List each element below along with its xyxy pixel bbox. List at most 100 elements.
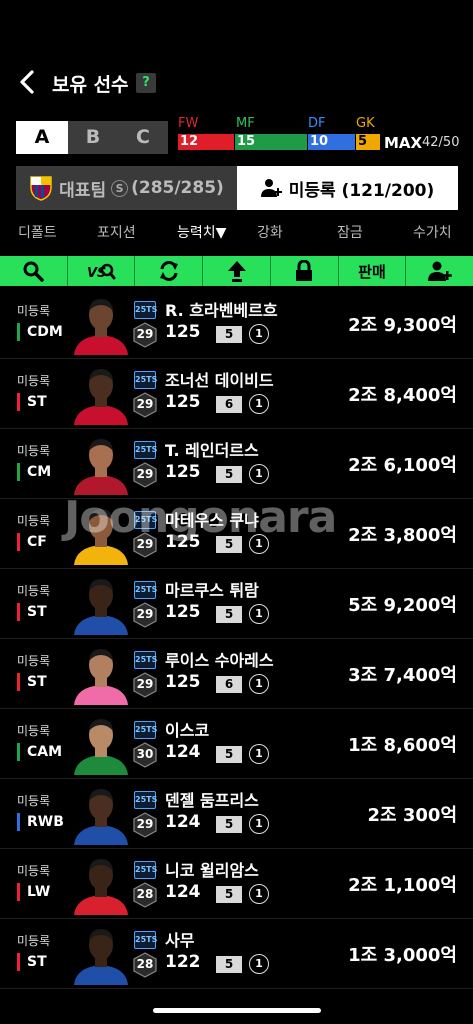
help-icon[interactable]: ? [136,73,156,93]
tab-national-team[interactable]: 대표팀 S (285/285) [16,166,237,210]
vs-compare-icon: VS [87,263,116,281]
pay-badge: 29 [133,392,157,418]
unregistered-label: 미등록 (121/200) [288,180,435,201]
level-badge: 5 [216,746,242,763]
gk-label: GK [356,116,375,131]
tab-b[interactable]: B [68,121,118,154]
pay-value: 29 [136,397,154,411]
level-badge: 5 [216,816,242,833]
player-row[interactable]: 미등록 CM 25TS 29 T. 레인더르스 125 5 1 2조 6,100억 [0,429,473,499]
enhance-badge: 1 [249,604,269,624]
pay-badge: 29 [133,322,157,348]
position-tag: ST [17,953,47,971]
pay-badge: 28 [133,952,157,978]
tab-unregistered[interactable]: 미등록 (121/200) [237,166,458,210]
sort-ability[interactable]: 능력치▼ [177,222,226,242]
swap-button[interactable] [135,256,204,286]
player-price: 1조 3,000억 [348,945,457,966]
fw-bar: 12 [178,134,234,150]
pay-badge: 28 [133,882,157,908]
player-row[interactable]: 미등록 LW 25TS 28 니코 윌리암스 124 5 1 2조 1,100억 [0,849,473,919]
player-name: 사무 [165,931,195,950]
back-arrow-icon[interactable] [14,68,42,96]
team-tabs: 대표팀 S (285/285) 미등록 (121/200) [16,166,458,210]
player-row[interactable]: 미등록 CDM 25TS 29 R. 흐라벤베르흐 125 5 1 2조 9,300억 [0,289,473,359]
season-badge: 25TS [134,511,157,529]
enhance-badge: 1 [249,674,269,694]
position-tag: LW [17,883,50,901]
max-count: 42/50 [422,135,460,150]
sort-default[interactable]: 디폴트 [18,222,57,242]
player-row[interactable]: 미등록 ST 25TS 29 조너선 데이비드 125 6 1 2조 8,400억 [0,359,473,429]
pay-value: 28 [136,887,154,901]
upgrade-button[interactable] [203,256,271,286]
registration-status: 미등록 [17,584,51,598]
enhance-badge: 1 [249,744,269,764]
enhance-badge: 1 [249,534,269,554]
player-name: 마테우스 쿠냐 [165,511,259,530]
overall-rating: 125 [165,602,201,622]
page-title: 보유 선수 [52,74,129,96]
player-row[interactable]: 미등록 ST 25TS 29 루이스 수아레스 125 6 1 3조 7,400억 [0,639,473,709]
enhance-badge: 1 [249,324,269,344]
pay-badge: 29 [133,672,157,698]
mf-bar: 15 [235,134,307,150]
home-indicator[interactable] [153,1008,321,1013]
df-bar: 10 [308,134,355,150]
player-face-image [74,299,128,355]
sort-ability-label: 능력치 [177,225,216,241]
national-team-label: 대표팀 [59,180,107,201]
sort-options: 디폴트 포지션 능력치▼ 강화 잠금 수가치 [0,222,473,246]
sort-position[interactable]: 포지션 [97,222,136,242]
player-price: 2조 300억 [367,805,457,826]
add-player-button[interactable] [406,256,473,286]
registration-status: 미등록 [17,934,51,948]
overall-rating: 125 [165,322,201,342]
pay-value: 28 [136,957,154,971]
position-count-bar: FW MF DF GK 12 15 10 5 MAX 42/50 [178,116,468,156]
player-price: 2조 8,400억 [348,385,457,406]
season-badge: 25TS [134,371,157,389]
player-row[interactable]: 미등록 RWB 25TS 29 덴젤 둠프리스 124 5 1 2조 300억 [0,779,473,849]
level-badge: 5 [216,466,242,483]
search-button[interactable] [0,256,68,286]
player-row[interactable]: 미등록 ST 25TS 29 마르쿠스 튀람 125 5 1 5조 9,200억 [0,569,473,639]
lock-button[interactable] [271,256,339,286]
action-toolbar: VS 판매 [0,256,473,286]
player-price: 5조 9,200억 [348,595,457,616]
max-label: MAX [384,134,423,152]
player-price: 2조 9,300억 [348,315,457,336]
player-row[interactable]: 미등록 CAM 25TS 30 이스코 124 5 1 1조 8,600억 [0,709,473,779]
pay-value: 29 [136,467,154,481]
player-price: 3조 7,400억 [348,665,457,686]
sort-value[interactable]: 수가치 [413,222,452,242]
header: 보유 선수 ? [0,60,473,106]
player-name: 니코 윌리암스 [165,861,259,880]
sort-lock[interactable]: 잠금 [337,222,363,242]
player-row[interactable]: 미등록 ST 25TS 28 사무 122 5 1 1조 3,000억 [0,919,473,989]
sort-enhance[interactable]: 강화 [257,222,283,242]
pay-value: 30 [136,747,154,761]
overall-rating: 124 [165,812,201,832]
player-price: 2조 6,100억 [348,455,457,476]
mf-label: MF [236,116,255,131]
sell-button[interactable]: 판매 [339,256,407,286]
overall-rating: 124 [165,742,201,762]
registration-status: 미등록 [17,304,51,318]
player-row[interactable]: 미등록 CF 25TS 29 마테우스 쿠냐 125 5 1 2조 3,800억 [0,499,473,569]
sort-arrow-icon: ▼ [215,225,227,241]
overall-rating: 122 [165,952,201,972]
tab-c[interactable]: C [118,121,168,154]
season-badge: 25TS [134,651,157,669]
player-face-image [74,369,128,425]
player-face-image [74,859,128,915]
player-face-image [74,579,128,635]
position-tag: CF [17,533,47,551]
level-badge: 5 [216,536,242,553]
fw-label: FW [178,116,199,131]
tab-a[interactable]: A [16,121,68,154]
player-name: R. 흐라벤베르흐 [165,301,278,320]
player-face-image [74,439,128,495]
upgrade-arrow-icon [227,261,246,282]
compare-button[interactable]: VS [68,256,136,286]
